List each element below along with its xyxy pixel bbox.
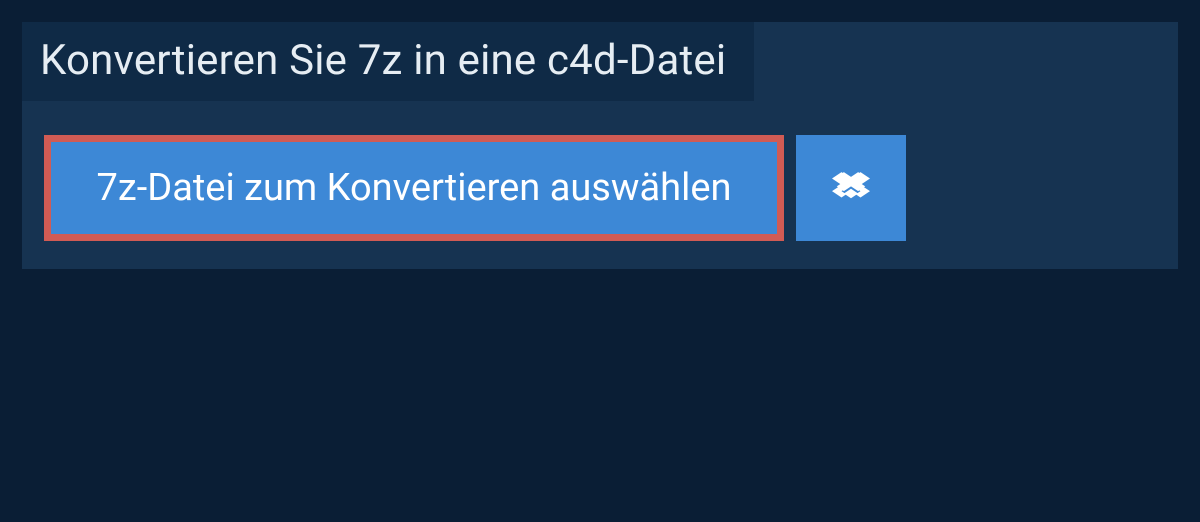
dropbox-icon <box>832 169 870 207</box>
button-row: 7z-Datei zum Konvertieren auswählen <box>44 135 1178 241</box>
choose-file-button[interactable]: 7z-Datei zum Konvertieren auswählen <box>44 135 784 241</box>
choose-file-label: 7z-Datei zum Konvertieren auswählen <box>97 166 732 210</box>
converter-panel: Konvertieren Sie 7z in eine c4d-Datei 7z… <box>22 22 1178 269</box>
dropbox-button[interactable] <box>796 135 906 241</box>
title-bar: Konvertieren Sie 7z in eine c4d-Datei <box>22 22 754 101</box>
page-title: Konvertieren Sie 7z in eine c4d-Datei <box>40 36 726 85</box>
